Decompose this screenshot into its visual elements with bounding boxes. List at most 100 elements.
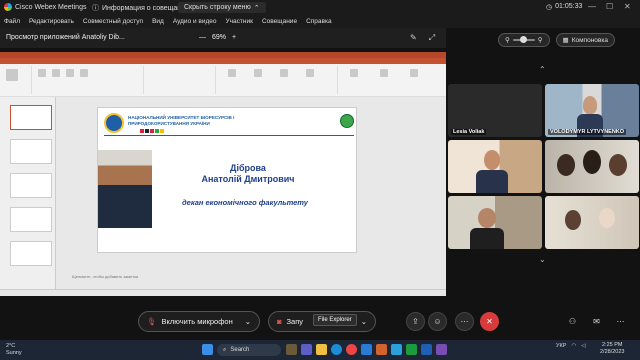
powerpoint-icon[interactable] bbox=[376, 344, 387, 355]
menu-meeting[interactable]: Совещание bbox=[262, 18, 297, 25]
teams-icon[interactable] bbox=[301, 344, 312, 355]
maximize-button[interactable]: ☐ bbox=[606, 2, 613, 11]
menu-share[interactable]: Совместный доступ bbox=[83, 18, 143, 25]
leave-meeting-button[interactable]: ✕ bbox=[480, 312, 499, 331]
share-icons: ✎ ⤢ bbox=[410, 33, 435, 43]
zoom-control: — 69% + bbox=[199, 34, 236, 41]
menu-edit[interactable]: Редактировать bbox=[29, 18, 74, 25]
grid-up-arrow-icon[interactable]: ⌃ bbox=[539, 65, 546, 74]
windows-start-icon[interactable] bbox=[202, 344, 213, 355]
video-size-slider[interactable]: ⚲ ⚲ bbox=[498, 33, 550, 47]
zoom-in-button[interactable]: + bbox=[232, 34, 236, 41]
title-bar: Cisco Webex Meetings ⓘ Информация о сове… bbox=[0, 0, 640, 15]
menu-view[interactable]: Вид bbox=[152, 18, 164, 25]
participant-face bbox=[557, 154, 575, 176]
share-button[interactable]: ⇪ bbox=[406, 312, 425, 331]
slider-track[interactable] bbox=[512, 36, 535, 43]
slide-thumbnail[interactable] bbox=[10, 105, 52, 130]
taskbar-tooltip: File Explorer bbox=[313, 314, 357, 326]
ribbon-group bbox=[2, 66, 32, 94]
chat-button[interactable]: ✉ bbox=[587, 312, 606, 331]
participant-face bbox=[565, 210, 581, 230]
menu-audio-video[interactable]: Аудио и видео bbox=[173, 18, 217, 25]
color-blocks bbox=[140, 129, 164, 133]
slide-thumbnail[interactable] bbox=[10, 241, 52, 266]
grid-down-arrow-icon[interactable]: ⌄ bbox=[539, 255, 546, 264]
participant-tile[interactable] bbox=[545, 140, 639, 193]
volume-icon[interactable]: ◁ bbox=[581, 343, 585, 349]
clock-date: 2/28/2023 bbox=[600, 349, 625, 356]
more-options-button[interactable]: ⋯ bbox=[455, 312, 474, 331]
windows-taskbar: 2°C Sunny ⌕ Search УКР ◠ ◁ 2:25 PM 2/28/… bbox=[0, 340, 640, 360]
more-panels-button[interactable]: ⋯ bbox=[611, 312, 630, 331]
close-icon: ✕ bbox=[486, 317, 493, 326]
slide-thumbnails bbox=[0, 97, 56, 289]
edge-icon[interactable] bbox=[331, 344, 342, 355]
participant-tile[interactable]: Lesia Voliak bbox=[448, 84, 542, 137]
chrome-icon[interactable] bbox=[346, 344, 357, 355]
person-small-icon: ⚲ bbox=[505, 37, 510, 44]
weather-widget[interactable]: 2°C Sunny bbox=[6, 343, 22, 357]
close-button[interactable]: ✕ bbox=[624, 2, 631, 11]
layout-label: Компоновка bbox=[571, 36, 608, 44]
participant-tile[interactable] bbox=[448, 140, 542, 193]
faculty-emblem bbox=[340, 114, 354, 128]
ribbon-icon bbox=[254, 69, 262, 77]
ribbon-group bbox=[340, 66, 444, 94]
participant-tile[interactable] bbox=[448, 196, 542, 249]
store-icon[interactable] bbox=[361, 344, 372, 355]
zoom-out-button[interactable]: — bbox=[199, 34, 206, 41]
mic-muted-icon: 🎙 bbox=[147, 317, 157, 326]
share-title: Просмотр приложений Anatoliy Dib... bbox=[6, 34, 125, 41]
annotate-icon[interactable]: ✎ bbox=[410, 33, 417, 43]
minimize-button[interactable]: — bbox=[588, 2, 596, 11]
person-given-names: Анатолій Дмитрович bbox=[201, 174, 295, 185]
view-controls: ⚲ ⚲ ▦ Компоновка bbox=[498, 33, 615, 47]
taskbar-clock[interactable]: 2:25 PM 2/28/2023 bbox=[600, 342, 624, 356]
file-explorer-icon[interactable] bbox=[316, 344, 327, 355]
webex-taskbar-icon[interactable] bbox=[406, 344, 417, 355]
menu-participant[interactable]: Участник bbox=[226, 18, 253, 25]
widgets-icon[interactable] bbox=[286, 344, 297, 355]
slide-thumbnail[interactable] bbox=[10, 207, 52, 232]
participant-tile[interactable]: VOLODYMYR LYTVYNENKO bbox=[545, 84, 639, 137]
ribbon-icon bbox=[38, 69, 46, 77]
slide-notes[interactable]: Щелкните, чтобы добавить заметки bbox=[72, 274, 138, 279]
menu-file[interactable]: Файл bbox=[4, 18, 20, 25]
reactions-button[interactable]: ☺ bbox=[428, 312, 447, 331]
meeting-time: 01:05:33 bbox=[555, 3, 583, 10]
slide-thumbnail[interactable] bbox=[10, 173, 52, 198]
app-title: Cisco Webex Meetings bbox=[4, 3, 86, 11]
participant-name: VOLODYMYR LYTVYNENKO bbox=[548, 129, 627, 135]
video-off-icon: ◙ bbox=[277, 317, 282, 326]
fullscreen-icon[interactable]: ⤢ bbox=[429, 33, 435, 43]
taskbar-search[interactable]: ⌕ Search bbox=[217, 344, 281, 356]
participant-face bbox=[478, 208, 496, 228]
unmute-button[interactable]: 🎙 Включить микрофон ⌄ bbox=[138, 311, 260, 332]
slide-thumbnail[interactable] bbox=[10, 139, 52, 164]
participant-body bbox=[470, 228, 504, 249]
wifi-icon[interactable]: ◠ bbox=[571, 343, 576, 349]
ribbon-icon bbox=[380, 69, 388, 77]
weather-temp: 2°C bbox=[6, 343, 16, 349]
meeting-info-label: Информация о совещании bbox=[102, 4, 189, 12]
ribbon-icon bbox=[80, 69, 88, 77]
more-icon: ⋯ bbox=[460, 317, 469, 326]
layout-button[interactable]: ▦ Компоновка bbox=[555, 33, 615, 47]
hide-menu-bar-button[interactable]: Скрыть строку меню ⌃ bbox=[178, 2, 266, 13]
meeting-info-button[interactable]: ⓘ Информация о совещании bbox=[92, 3, 189, 13]
weather-status: Sunny bbox=[6, 350, 22, 357]
start-video-label: Запу bbox=[286, 317, 304, 326]
participants-button[interactable]: ⚇ bbox=[563, 312, 582, 331]
menu-help[interactable]: Справка bbox=[306, 18, 332, 25]
ribbon-icon bbox=[306, 69, 314, 77]
search-label: Search bbox=[230, 347, 250, 353]
telegram-icon[interactable] bbox=[391, 344, 402, 355]
word-icon[interactable] bbox=[421, 344, 432, 355]
participant-face bbox=[484, 150, 500, 170]
participant-tile[interactable] bbox=[545, 196, 639, 249]
app-icon[interactable] bbox=[436, 344, 447, 355]
slider-thumb[interactable] bbox=[519, 36, 527, 43]
language-indicator[interactable]: УКР bbox=[556, 343, 566, 349]
ppt-status-bar bbox=[0, 289, 446, 296]
